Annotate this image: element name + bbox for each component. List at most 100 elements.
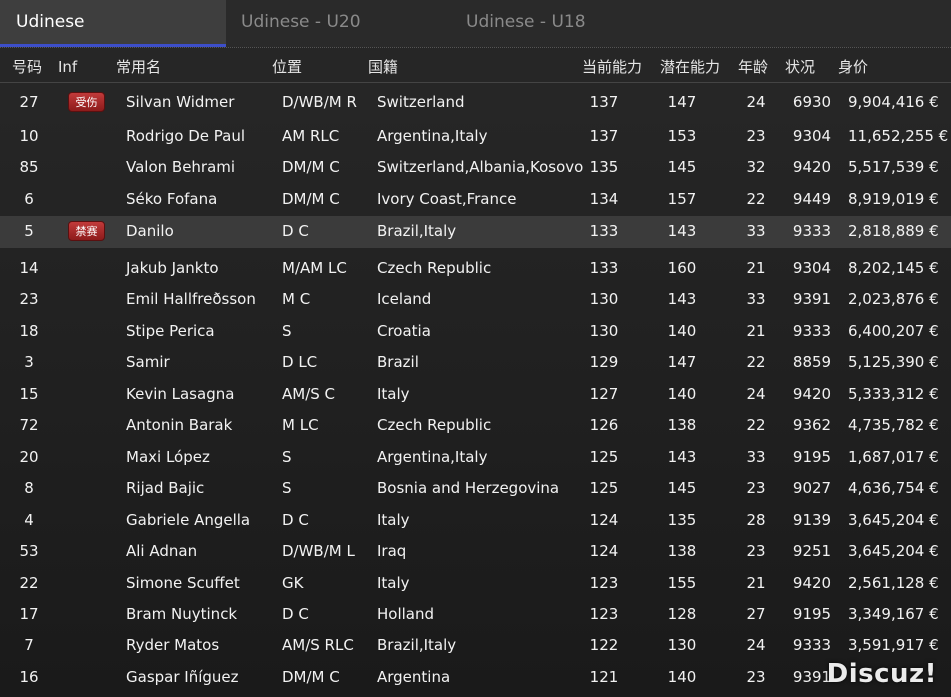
player-potential-ability: 143 [667,448,697,466]
player-current-ability: 130 [589,290,619,308]
player-value: 2,023,876 € [848,290,939,308]
player-position: M/AM LC [282,259,347,277]
header-inf[interactable]: Inf [58,48,77,86]
player-condition: 8859 [792,353,832,371]
player-nationality: Italy [377,385,410,403]
player-number: 20 [19,448,39,466]
header-potential-ability[interactable]: 潜在能力 [660,48,720,86]
player-position: D C [282,222,309,240]
player-age: 23 [746,127,766,145]
player-name: Séko Fofana [126,190,218,208]
player-age: 23 [746,479,766,497]
player-potential-ability: 157 [667,190,697,208]
table-header: 号码 Inf 常用名 位置 国籍 当前能力 潜在能力 年龄 状况 身价 [0,47,951,83]
player-name: Emil Hallfreðsson [126,290,256,308]
player-condition: 9139 [792,511,832,529]
player-position: D C [282,605,309,623]
player-current-ability: 133 [589,259,619,277]
table-row[interactable]: 53 Ali Adnan D/WB/M L Iraq 124 138 23 9251 3,645… [0,536,951,567]
header-condition[interactable]: 状况 [785,48,815,86]
player-potential-ability: 145 [667,479,697,497]
header-number[interactable]: 号码 [12,48,42,86]
player-position: M C [282,290,311,308]
table-row[interactable]: 8 Rijad Bajic S Bosnia and Herzegovina 125 14… [0,473,951,504]
player-condition: 9195 [792,448,832,466]
player-age: 21 [746,322,766,340]
player-position: S [282,479,292,497]
header-name[interactable]: 常用名 [116,48,161,86]
table-row[interactable]: 15 Kevin Lasagna AM/S C Italy 127 140 24 9420 5,… [0,379,951,410]
table-row[interactable]: 72 Antonin Barak M LC Czech Republic 126 138 2… [0,410,951,441]
player-value: 4,735,782 € [848,416,939,434]
player-condition: 9027 [792,479,832,497]
tab-bar: Udinese Udinese - U20 Udinese - U18 [0,0,951,47]
player-age: 28 [746,511,766,529]
player-potential-ability: 138 [667,542,697,560]
table-row[interactable]: 27 Silvan Widmer D/WB/M R Switzerland 137 147… [0,87,951,118]
player-name: Stipe Perica [126,322,215,340]
table-row[interactable]: 6 Séko Fofana DM/M C Ivory Coast,France 134 1… [0,184,951,215]
table-row[interactable]: 10 Rodrigo De Paul AM RLC Argentina,Italy 13… [0,121,951,152]
player-value: 2,561,128 € [848,574,939,592]
player-potential-ability: 130 [667,636,697,654]
player-current-ability: 133 [589,222,619,240]
player-name: Rijad Bajic [126,479,205,497]
player-position: DM/M C [282,190,340,208]
player-number: 27 [19,93,39,111]
player-nationality: Brazil,Italy [377,636,457,654]
table-row[interactable]: 23 Emil Hallfreðsson M C Iceland 130 143 33 939… [0,284,951,315]
player-nationality: Switzerland,Albania,Kosovo [377,158,584,176]
player-nationality: Czech Republic [377,416,492,434]
player-current-ability: 123 [589,574,619,592]
player-position: D/WB/M L [282,542,355,560]
player-potential-ability: 135 [667,511,697,529]
table-row[interactable]: 20 Maxi López S Argentina,Italy 125 143 33 9195… [0,442,951,473]
table-row[interactable]: 18 Stipe Perica S Croatia 130 140 21 9333 6,400,… [0,316,951,347]
table-row[interactable]: 7 Ryder Matos AM/S RLC Brazil,Italy 122 130 24… [0,630,951,661]
player-condition: 9362 [792,416,832,434]
player-number: 17 [19,605,39,623]
player-value: 3,591,917 € [848,636,939,654]
player-current-ability: 134 [589,190,619,208]
table-row[interactable]: 5 Danilo D C Brazil,Italy 133 143 33 9333 2,818,… [0,216,951,248]
player-condition: 9420 [792,385,832,403]
player-current-ability: 127 [589,385,619,403]
player-current-ability: 121 [589,668,619,686]
tab-udinese-u18[interactable]: Udinese - U18 [466,0,666,47]
player-nationality: Argentina,Italy [377,127,488,145]
header-nationality[interactable]: 国籍 [368,48,398,86]
table-row[interactable]: 4 Gabriele Angella D C Italy 124 135 28 9139 3,6… [0,505,951,536]
player-name: Ali Adnan [126,542,198,560]
player-value: 3,349,167 € [848,605,939,623]
player-nationality: Italy [377,511,410,529]
player-potential-ability: 143 [667,222,697,240]
player-number: 53 [19,542,39,560]
table-row[interactable]: 16 Gaspar Iñíguez DM/M C Argentina 121 140 23 9… [0,662,951,693]
player-nationality: Brazil [377,353,419,371]
tab-udinese-u20[interactable]: Udinese - U20 [241,0,441,47]
player-number: 15 [19,385,39,403]
squad-table: 号码 Inf 常用名 位置 国籍 当前能力 潜在能力 年龄 状况 身价 27 Si… [0,47,951,697]
player-value: 1,687,017 € [848,448,939,466]
header-age[interactable]: 年龄 [738,48,768,86]
table-row[interactable]: 22 Simone Scuffet GK Italy 123 155 21 9420 2,561… [0,568,951,599]
tab-udinese[interactable]: Udinese [0,0,226,47]
player-potential-ability: 138 [667,416,697,434]
table-row[interactable]: 17 Bram Nuytinck D C Holland 123 128 27 9195 3,3… [0,599,951,630]
player-condition: 9420 [792,158,832,176]
header-current-ability[interactable]: 当前能力 [582,48,642,86]
table-row[interactable]: 14 Jakub Jankto M/AM LC Czech Republic 133 16… [0,253,951,284]
table-row[interactable]: 85 Valon Behrami DM/M C Switzerland,Albania… [0,152,951,183]
player-position: DM/M C [282,668,340,686]
player-condition: 9304 [792,127,832,145]
player-number: 10 [19,127,39,145]
player-value: 5,517,539 € [848,158,939,176]
header-position[interactable]: 位置 [272,48,302,86]
player-name: Rodrigo De Paul [126,127,246,145]
table-row[interactable]: 3 Samir D LC Brazil 129 147 22 8859 5,125,390 € [0,347,951,378]
header-value[interactable]: 身价 [838,48,868,86]
player-potential-ability: 143 [667,290,697,308]
player-nationality: Czech Republic [377,259,492,277]
player-position: AM/S C [282,385,336,403]
player-nationality: Brazil,Italy [377,222,457,240]
